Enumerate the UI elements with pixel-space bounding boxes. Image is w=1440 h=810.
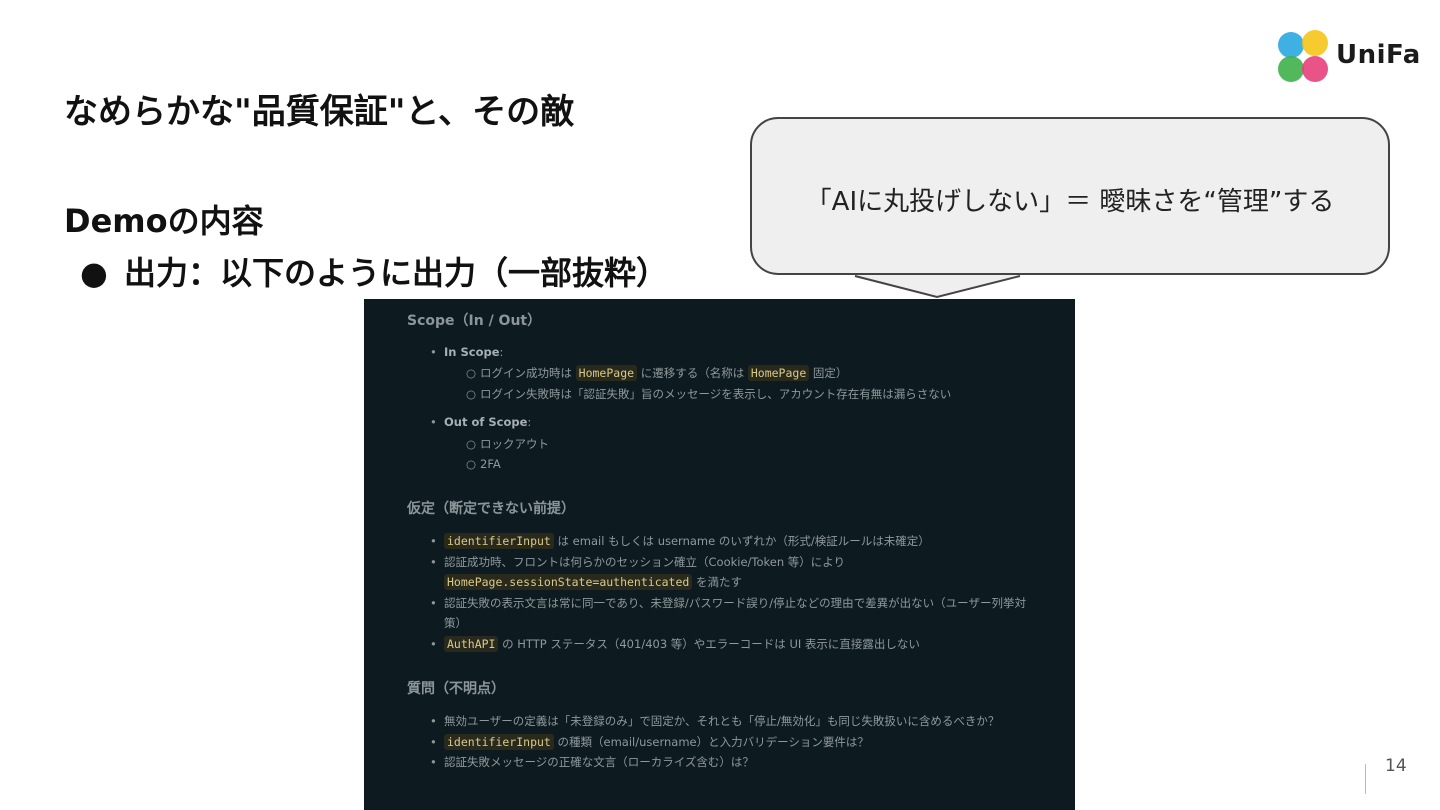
logo-dot-blue xyxy=(1278,32,1304,58)
section-heading: Demoの内容 xyxy=(64,202,264,240)
in-scope-subitem: ○ ログイン成功時は HomePage に遷移する（名称は HomePage 固定… xyxy=(466,365,848,381)
out-scope-label: Out of Scope xyxy=(444,415,528,429)
assumption-item: • 認証成功時、フロントは何らかのセッション確立（Cookie/Token 等）に… xyxy=(430,555,846,569)
code-identifier-input: identifierInput xyxy=(444,734,554,750)
assumption-item: • AuthAPI の HTTP ステータス（401/403 等）やエラーコードは… xyxy=(430,636,920,652)
assumption-item: • identifierInput は email もしくは username の… xyxy=(430,533,930,549)
output-screenshot: Scope（In / Out） • In Scope: ○ ログイン成功時は Hom… xyxy=(364,299,1075,810)
question-item: • identifierInput の種類（email/username）と入力バ… xyxy=(430,734,869,750)
out-scope-subitem: ○ 2FA xyxy=(466,457,501,471)
logo-dot-yellow xyxy=(1302,30,1328,56)
assumption-item-continued: HomePage.sessionState=authenticated を満たす xyxy=(444,574,742,590)
questions-heading: 質問（不明点） xyxy=(407,681,505,697)
in-scope-subitem: ○ ログイン失敗時は「認証失敗」旨のメッセージを表示し、アカウント存在有無は漏らさ… xyxy=(466,387,952,401)
page-number-divider xyxy=(1365,764,1366,794)
logo-text: UniFa xyxy=(1336,40,1421,70)
assumption-item-continued: 策） xyxy=(444,616,467,630)
code-homepage: HomePage xyxy=(575,365,638,381)
code-session-state: HomePage.sessionState=authenticated xyxy=(444,574,693,590)
scope-heading: Scope（In / Out） xyxy=(407,313,542,329)
out-scope-item: • Out of Scope: xyxy=(430,415,532,429)
code-auth-api: AuthAPI xyxy=(444,636,499,652)
in-scope-label: In Scope xyxy=(444,345,500,359)
out-scope-subitem: ○ ロックアウト xyxy=(466,437,549,451)
callout-text: 「AIに丸投げしない」＝ 曖昧さを“管理”する xyxy=(805,187,1335,217)
slide-title: なめらかな"品質保証"と、その敵 xyxy=(64,92,575,132)
assumptions-heading: 仮定（断定できない前提） xyxy=(407,501,575,517)
unifa-logo: UniFa xyxy=(1276,30,1420,84)
bullet-marker: ● xyxy=(80,254,108,292)
logo-dot-pink xyxy=(1302,56,1328,82)
code-identifier-input: identifierInput xyxy=(444,533,554,549)
bullet-text: 出力：以下のように出力（一部抜粋） xyxy=(124,254,669,292)
assumption-item: • 認証失敗の表示文言は常に同一であり、未登録/パスワード誤り/停止などの理由で差… xyxy=(430,596,1026,610)
bullet-item: ● 出力：以下のように出力（一部抜粋） xyxy=(80,248,668,294)
code-homepage: HomePage xyxy=(747,365,810,381)
question-item: • 認証失敗メッセージの正確な文言（ローカライズ含む）は？ xyxy=(430,755,754,769)
callout-bubble: 「AIに丸投げしない」＝ 曖昧さを“管理”する xyxy=(750,117,1390,275)
page-number: 14 xyxy=(1385,756,1407,776)
question-item: • 無効ユーザーの定義は「未登録のみ」で固定か、それとも「停止/無効化」も同じ失敗… xyxy=(430,714,1000,728)
logo-dot-green xyxy=(1278,56,1304,82)
logo-mark-icon xyxy=(1276,30,1332,84)
in-scope-item: • In Scope: xyxy=(430,345,504,359)
